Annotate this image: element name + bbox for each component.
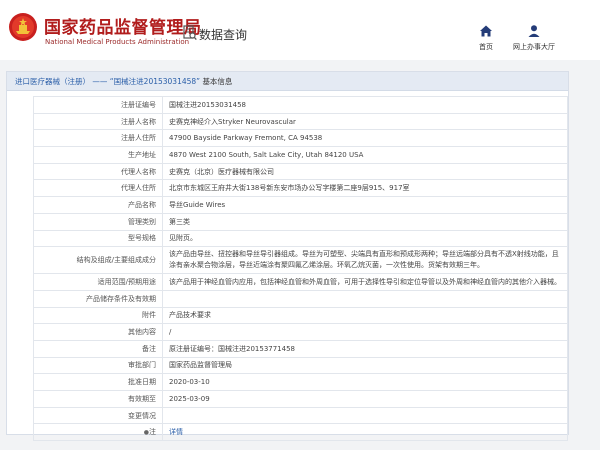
row-label: 审批部门 — [33, 356, 163, 375]
row-value: 详情 — [162, 423, 568, 442]
row-label: 产品名称 — [33, 196, 163, 214]
bullet-icon: ● — [143, 429, 149, 437]
row-value — [162, 406, 568, 425]
row-value: 该产品用于神经血管内应用，包括神经血管和外周血管，可用于选择性导引和定位导管以及… — [162, 273, 568, 291]
table-row: 变更情况 — [33, 406, 568, 425]
table-row: 代理人住所 北京市东城区王府井大街138号新东安市场办公写字楼第二座9层915、9… — [33, 179, 568, 198]
table-row: 适用范围/预期用途 该产品用于神经血管内应用，包括神经血管和外周血管，可用于选择性… — [33, 273, 568, 291]
table-row: 型号规格 见附页。 — [33, 229, 568, 248]
home-icon — [480, 25, 492, 37]
table-row: ●注 详情 — [33, 423, 568, 442]
nav-home-label: 首页 — [479, 43, 493, 51]
row-value: 国家药品监督管理局 — [162, 356, 568, 375]
row-value: 47900 Bayside Parkway Fremont, CA 94538 — [162, 129, 568, 148]
org-name-cn: 国家药品监督管理局 — [44, 18, 202, 38]
row-value: 北京市东城区王府井大街138号新东安市场办公写字楼第二座9层915、917室 — [162, 179, 568, 198]
org-name-en: National Medical Products Administration — [45, 38, 190, 46]
details-link[interactable]: 详情 — [169, 428, 183, 436]
nav-home[interactable]: 首页 — [474, 24, 498, 52]
row-label: 产品储存条件及有效期 — [33, 289, 163, 308]
row-label: 批准日期 — [33, 373, 163, 391]
breadcrumb-separator: —— — [92, 77, 108, 86]
document-search-icon — [183, 25, 197, 41]
row-label: 其他内容 — [33, 323, 163, 341]
breadcrumb-suffix: 基本信息 — [202, 77, 233, 86]
row-value: 2020-03-10 — [162, 373, 568, 391]
row-label: 变更情况 — [33, 406, 163, 425]
table-row: 批准日期 2020-03-10 — [33, 373, 568, 391]
table-row: 注册人住所 47900 Bayside Parkway Fremont, CA 9… — [33, 129, 568, 148]
row-value: 2025-03-09 — [162, 390, 568, 408]
row-label: 注册人住所 — [33, 129, 163, 148]
info-table: 注册证编号 国械注进20153031458 注册人名称 史赛克神经介入Stryker… — [33, 96, 568, 442]
row-label: 有效期至 — [33, 390, 163, 408]
table-row: 产品储存条件及有效期 — [33, 289, 568, 308]
row-label: 结构及组成/主要组成成分 — [33, 246, 163, 275]
table-row: 其他内容 / — [33, 323, 568, 341]
row-value: 史赛克神经介入Stryker Neurovascular — [162, 112, 568, 131]
breadcrumb-category[interactable]: 进口医疗器械（注册） — [15, 77, 90, 86]
data-query-title: 数据查询 — [199, 28, 248, 42]
table-row: 产品名称 导丝Guide Wires — [33, 196, 568, 214]
table-row: 附件 产品技术要求 — [33, 306, 568, 325]
table-row: 有效期至 2025-03-09 — [33, 390, 568, 408]
row-label: ●注 — [33, 423, 163, 442]
row-value: / — [162, 323, 568, 341]
table-row: 管理类别 第三类 — [33, 212, 568, 231]
table-row: 代理人名称 史赛克（北京）医疗器械有限公司 — [33, 162, 568, 181]
row-label: 生产地址 — [33, 146, 163, 164]
row-value: 国械注进20153031458 — [162, 96, 568, 114]
row-label: 型号规格 — [33, 229, 163, 248]
row-value: 导丝Guide Wires — [162, 196, 568, 214]
breadcrumb-record: “国械注进20153031458” — [109, 77, 201, 86]
row-value: 产品技术要求 — [162, 306, 568, 325]
row-value: 原注册证编号：国械注进20153771458 — [162, 339, 568, 358]
table-row: 审批部门 国家药品监督管理局 — [33, 356, 568, 375]
row-value — [162, 289, 568, 308]
row-label: 代理人住所 — [33, 179, 163, 198]
row-label: 注册人名称 — [33, 112, 163, 131]
detail-panel: 进口医疗器械（注册） —— “国械注进20153031458” 基本信息 注册证… — [6, 71, 569, 442]
national-emblem-icon — [9, 13, 37, 41]
row-label: 代理人名称 — [33, 162, 163, 181]
row-value: 见附页。 — [162, 229, 568, 248]
nav-online-hall-label: 网上办事大厅 — [513, 43, 555, 51]
nav-online-hall[interactable]: 网上办事大厅 — [509, 24, 559, 52]
row-label: 备注 — [33, 339, 163, 358]
row-value: 该产品由导丝、扭控器和导丝导引器组成。导丝为可塑型、尖端具有直形和预成形两种；导… — [162, 246, 568, 275]
row-label: 注册证编号 — [33, 96, 163, 114]
table-row: 注册人名称 史赛克神经介入Stryker Neurovascular — [33, 112, 568, 131]
row-label: 附件 — [33, 306, 163, 325]
table-row: 备注 原注册证编号：国械注进20153771458 — [33, 339, 568, 358]
row-label: 管理类别 — [33, 212, 163, 231]
table-row: 注册证编号 国械注进20153031458 — [33, 96, 568, 114]
row-value: 第三类 — [162, 212, 568, 231]
top-header: 国家药品监督管理局 National Medical Products Admi… — [0, 0, 600, 60]
row-value: 史赛克（北京）医疗器械有限公司 — [162, 162, 568, 181]
user-icon — [528, 25, 540, 37]
table-row: 结构及组成/主要组成成分 该产品由导丝、扭控器和导丝导引器组成。导丝为可塑型、尖端… — [33, 246, 568, 275]
row-value: 4870 West 2100 South, Salt Lake City, Ut… — [162, 146, 568, 164]
table-row: 生产地址 4870 West 2100 South, Salt Lake City… — [33, 146, 568, 164]
breadcrumb: 进口医疗器械（注册） —— “国械注进20153031458” 基本信息 — [7, 72, 568, 91]
row-label: 适用范围/预期用途 — [33, 273, 163, 291]
